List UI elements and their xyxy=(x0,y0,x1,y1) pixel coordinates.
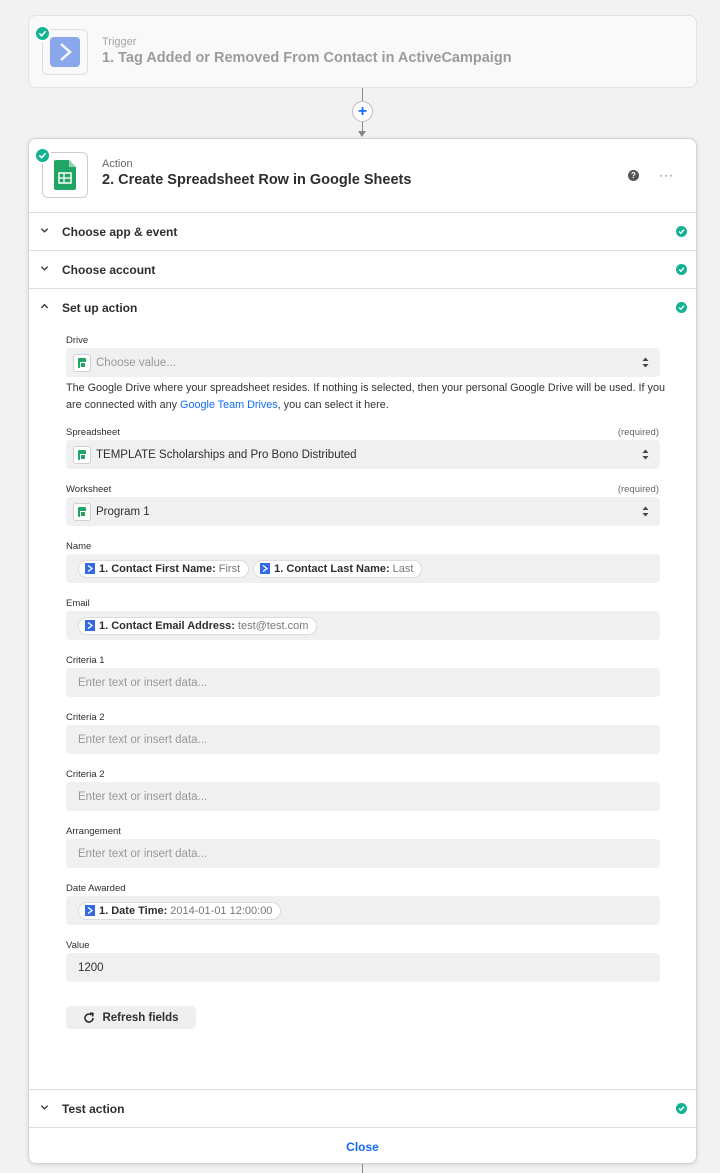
section-complete-check-icon xyxy=(676,1103,687,1114)
google-team-drives-link[interactable]: Google Team Drives xyxy=(180,399,278,411)
worksheet-label: Worksheet xyxy=(66,484,112,495)
spreadsheet-value: TEMPLATE Scholarships and Pro Bono Distr… xyxy=(96,448,357,461)
drive-placeholder: Choose value... xyxy=(96,356,176,369)
value-label: Value xyxy=(66,940,90,951)
name-field[interactable]: 1. Contact First Name: First 1. Contact L… xyxy=(66,554,660,583)
section-choose-account[interactable]: Choose account xyxy=(29,250,696,288)
action-complete-check-icon xyxy=(34,147,51,164)
help-icon[interactable]: ? xyxy=(628,169,639,181)
value-value: 1200 xyxy=(78,961,104,974)
criteria-2-field[interactable]: Enter text or insert data... xyxy=(66,725,660,754)
chevron-down-icon xyxy=(40,266,49,271)
criteria-1-field[interactable]: Enter text or insert data... xyxy=(66,668,660,697)
activecampaign-logo-icon xyxy=(50,37,80,67)
connector-arrow-icon xyxy=(358,131,366,137)
name-label: Name xyxy=(66,541,92,552)
spreadsheet-select[interactable]: TEMPLATE Scholarships and Pro Bono Distr… xyxy=(66,440,660,469)
drive-label: Drive xyxy=(66,335,89,346)
action-header-tools: ? ··· xyxy=(628,169,674,181)
email-label: Email xyxy=(66,598,90,609)
date-awarded-label: Date Awarded xyxy=(66,883,126,894)
trigger-step-card[interactable]: Trigger 1. Tag Added or Removed From Con… xyxy=(28,15,697,88)
chevron-up-icon xyxy=(40,303,49,309)
google-sheets-icon xyxy=(73,353,91,372)
section-set-up-action[interactable]: Set up action xyxy=(29,288,696,326)
data-pill[interactable]: 1. Contact Last Name: Last xyxy=(253,559,423,578)
worksheet-required: (required) xyxy=(617,484,659,495)
date-awarded-field[interactable]: 1. Date Time: 2014-01-01 12:00:00 xyxy=(66,896,660,925)
trigger-title: 1. Tag Added or Removed From Contact in … xyxy=(102,50,512,66)
action-step-card: Action 2. Create Spreadsheet Row in Goog… xyxy=(28,138,697,1164)
criteria-2-label: Criteria 2 xyxy=(66,712,105,723)
spreadsheet-label: Spreadsheet xyxy=(66,427,120,438)
activecampaign-icon xyxy=(85,563,95,574)
action-title: 2. Create Spreadsheet Row in Google Shee… xyxy=(102,172,412,188)
criteria-1-label: Criteria 1 xyxy=(66,655,105,666)
section-complete-check-icon xyxy=(676,264,687,275)
connector-line-after-action xyxy=(362,1164,363,1173)
value-field[interactable]: 1200 xyxy=(66,953,660,982)
google-sheets-logo-icon xyxy=(54,160,76,190)
activecampaign-icon xyxy=(85,905,95,916)
spreadsheet-required: (required) xyxy=(617,427,659,438)
arrangement-field[interactable]: Enter text or insert data... xyxy=(66,839,660,868)
criteria-2b-field[interactable]: Enter text or insert data... xyxy=(66,782,660,811)
chevron-down-icon xyxy=(40,1105,49,1110)
worksheet-value: Program 1 xyxy=(96,505,150,518)
refresh-icon xyxy=(84,1011,95,1023)
refresh-fields-button[interactable]: Refresh fields xyxy=(66,1006,196,1029)
data-pill[interactable]: 1. Contact First Name: First xyxy=(78,559,250,578)
section-complete-check-icon xyxy=(676,302,687,313)
section-label: Choose app & event xyxy=(62,224,178,239)
activecampaign-icon xyxy=(260,563,271,574)
section-complete-check-icon xyxy=(676,226,687,237)
section-label: Choose account xyxy=(62,262,156,277)
google-sheets-icon xyxy=(73,445,91,464)
more-options-icon[interactable]: ··· xyxy=(659,169,674,181)
close-row: Close xyxy=(29,1127,696,1165)
trigger-complete-check-icon xyxy=(34,25,51,42)
connector-line-top xyxy=(362,88,363,101)
drive-select[interactable]: Choose value... xyxy=(66,348,660,377)
section-label: Set up action xyxy=(62,300,138,315)
data-pill[interactable]: 1. Contact Email Address: test@test.com xyxy=(78,616,318,635)
select-arrows-icon xyxy=(642,449,649,460)
chevron-down-icon xyxy=(40,228,49,233)
section-label: Test action xyxy=(62,1101,125,1116)
arrangement-label: Arrangement xyxy=(66,826,121,837)
action-subtitle: Action xyxy=(102,158,133,170)
trigger-subtitle: Trigger xyxy=(102,36,137,48)
select-arrows-icon xyxy=(642,357,649,368)
section-test-action[interactable]: Test action xyxy=(29,1089,696,1127)
google-sheets-icon xyxy=(73,502,91,521)
activecampaign-icon xyxy=(85,620,95,631)
criteria-2b-label: Criteria 2 xyxy=(66,769,105,780)
email-field[interactable]: 1. Contact Email Address: test@test.com xyxy=(66,611,660,640)
data-pill[interactable]: 1. Date Time: 2014-01-01 12:00:00 xyxy=(78,901,282,920)
select-arrows-icon xyxy=(642,506,649,517)
close-button[interactable]: Close xyxy=(346,1140,379,1154)
drive-help-text: The Google Drive where your spreadsheet … xyxy=(66,382,665,411)
add-step-button[interactable]: + xyxy=(352,101,373,122)
worksheet-select[interactable]: Program 1 xyxy=(66,497,660,526)
section-choose-app-event[interactable]: Choose app & event xyxy=(29,212,696,250)
